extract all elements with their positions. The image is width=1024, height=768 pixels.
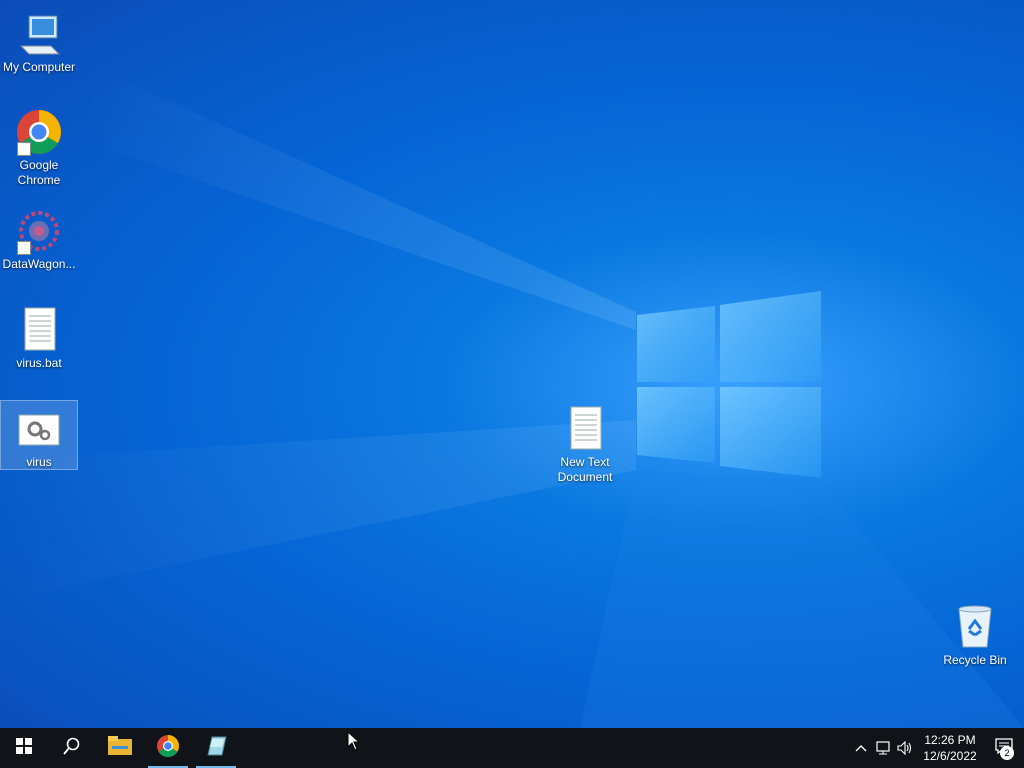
desktop[interactable]: My Computer Google Chrome DataWagon... v… bbox=[0, 0, 1024, 728]
text-file-icon bbox=[15, 306, 63, 354]
clock-time: 12:26 PM bbox=[924, 733, 976, 747]
app-icon bbox=[204, 735, 228, 762]
shortcut-arrow-icon bbox=[17, 241, 31, 255]
icon-label: My Computer bbox=[2, 60, 76, 74]
icon-label: virus.bat bbox=[16, 356, 62, 370]
datawagon-icon bbox=[15, 207, 63, 255]
search-icon bbox=[63, 737, 81, 760]
notification-count-badge: 2 bbox=[1000, 746, 1014, 760]
icon-label: virus bbox=[26, 455, 52, 469]
chrome-taskbar-button[interactable] bbox=[144, 728, 192, 768]
computer-icon bbox=[15, 10, 63, 58]
icon-label: New Text Document bbox=[557, 455, 613, 484]
desktop-icon-new-text-document[interactable]: New Text Document bbox=[547, 401, 623, 485]
chrome-icon bbox=[15, 108, 63, 156]
file-explorer-button[interactable] bbox=[96, 728, 144, 768]
icon-label: Recycle Bin bbox=[943, 653, 1007, 667]
desktop-icon-datawagon[interactable]: DataWagon... bbox=[1, 203, 77, 272]
system-tray: 12:26 PM 12/6/2022 2 bbox=[850, 728, 1024, 768]
settings-file-icon bbox=[15, 405, 63, 453]
recycle-bin-icon bbox=[951, 603, 999, 651]
mouse-cursor-icon bbox=[347, 730, 361, 756]
desktop-icon-virus[interactable]: virus bbox=[0, 400, 78, 470]
volume-icon[interactable] bbox=[894, 728, 916, 768]
windows-start-icon bbox=[16, 737, 32, 759]
icon-label: Google Chrome bbox=[17, 158, 61, 187]
file-explorer-icon bbox=[108, 735, 132, 761]
desktop-icon-my-computer[interactable]: My Computer bbox=[1, 6, 77, 75]
text-file-icon bbox=[561, 405, 609, 453]
search-button[interactable] bbox=[48, 728, 96, 768]
desktop-icon-virus-bat[interactable]: virus.bat bbox=[1, 302, 77, 371]
desktop-icon-recycle-bin[interactable]: Recycle Bin bbox=[937, 599, 1013, 668]
taskbar: 12:26 PM 12/6/2022 2 bbox=[0, 728, 1024, 768]
wallpaper bbox=[0, 70, 1024, 728]
shortcut-arrow-icon bbox=[17, 142, 31, 156]
show-hidden-icons-button[interactable] bbox=[850, 728, 872, 768]
clock-date: 12/6/2022 bbox=[923, 749, 977, 763]
chrome-icon bbox=[156, 734, 180, 763]
network-icon[interactable] bbox=[872, 728, 894, 768]
desktop-icon-google-chrome[interactable]: Google Chrome bbox=[1, 104, 77, 188]
action-center-button[interactable]: 2 bbox=[984, 728, 1024, 768]
start-button[interactable] bbox=[0, 728, 48, 768]
app-taskbar-button[interactable] bbox=[192, 728, 240, 768]
clock[interactable]: 12:26 PM 12/6/2022 bbox=[916, 732, 984, 764]
icon-label: DataWagon... bbox=[2, 257, 76, 271]
